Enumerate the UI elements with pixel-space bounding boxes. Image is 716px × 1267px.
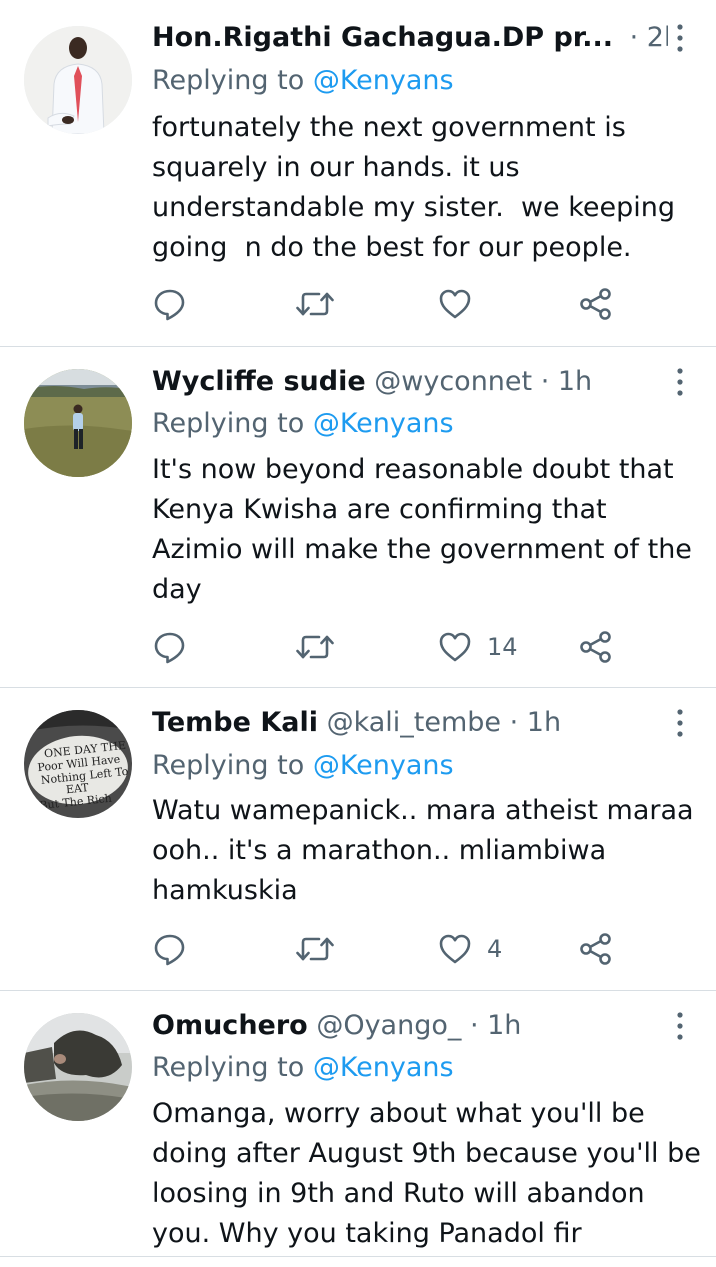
tweet-text: Omanga, worry about what you'll be doing… — [152, 1098, 710, 1249]
tweet[interactable]: ONE DAY THE Poor Will Have Nothing Left … — [0, 688, 716, 990]
tweet[interactable]: Wycliffe sudie @wyconnet · 1h Replying t… — [0, 347, 716, 687]
author-handle[interactable]: @wyconnet — [374, 366, 532, 397]
replying-to-mention[interactable]: @Kenyans — [313, 65, 454, 96]
replying-to: Replying to @Kenyans — [152, 406, 454, 442]
like-count: 4 — [487, 935, 503, 963]
share-button[interactable] — [578, 284, 614, 324]
like-button[interactable] — [437, 284, 487, 324]
tweet[interactable]: Hon.Rigathi Gachagua.DP pr... · 2h Reply… — [0, 0, 716, 346]
retweet-icon — [296, 937, 334, 961]
like-icon — [439, 289, 471, 319]
like-count: 14 — [487, 633, 518, 661]
retweet-button[interactable] — [295, 627, 335, 667]
tweet-actions: 4 — [152, 929, 622, 969]
like-icon — [439, 934, 471, 964]
reply-icon — [154, 289, 185, 321]
tweet-text: fortunately the next government is squar… — [152, 112, 684, 263]
tweet-time[interactable]: · 1h — [510, 707, 561, 738]
author-name[interactable]: Tembe Kali — [152, 707, 318, 738]
avatar-photo — [24, 369, 132, 477]
replying-to-mention[interactable]: @Kenyans — [313, 408, 454, 439]
replying-to-mention[interactable]: @Kenyans — [313, 1052, 454, 1083]
avatar[interactable]: ONE DAY THE Poor Will Have Nothing Left … — [24, 710, 132, 818]
retweet-button[interactable] — [295, 929, 335, 969]
retweet-icon — [296, 635, 334, 659]
reply-button[interactable] — [152, 627, 188, 667]
author-handle[interactable]: @Oyango_ — [316, 1010, 461, 1041]
share-icon — [580, 631, 611, 663]
replying-to: Replying to @Kenyans — [152, 63, 454, 99]
tweet-divider — [0, 1256, 716, 1257]
author-name[interactable]: Wycliffe sudie — [152, 366, 366, 397]
replying-to-mention[interactable]: @Kenyans — [313, 750, 454, 781]
tweet-header: Wycliffe sudie @wyconnet · 1h — [152, 364, 668, 400]
retweet-button[interactable] — [295, 284, 335, 324]
tweet-time[interactable]: · 2h — [630, 22, 668, 53]
avatar[interactable] — [24, 369, 132, 477]
tweet-actions: 14 — [152, 627, 622, 667]
tweet-header: Omuchero @Oyango_ · 1h — [152, 1008, 668, 1044]
like-button[interactable]: 14 — [437, 627, 518, 667]
reply-button[interactable] — [152, 929, 188, 969]
replying-to-label: Replying to — [152, 408, 313, 439]
tweet-time[interactable]: · 1h — [470, 1010, 521, 1041]
share-button[interactable] — [578, 929, 614, 969]
avatar[interactable] — [24, 1013, 132, 1121]
share-button[interactable] — [578, 627, 614, 667]
like-icon — [439, 632, 471, 662]
author-handle[interactable]: @kali_tembe — [327, 707, 501, 738]
more-icon[interactable] — [672, 1011, 688, 1041]
replying-to-label: Replying to — [152, 1052, 313, 1083]
replying-to-label: Replying to — [152, 750, 313, 781]
tweet[interactable]: Omuchero @Oyango_ · 1h Replying to @Keny… — [0, 991, 716, 1256]
more-icon[interactable] — [672, 708, 688, 738]
replying-to: Replying to @Kenyans — [152, 748, 454, 784]
share-icon — [580, 288, 611, 320]
more-icon[interactable] — [672, 367, 688, 397]
like-button[interactable]: 4 — [437, 929, 502, 969]
tweet-time[interactable]: · 1h — [541, 366, 592, 397]
share-icon — [580, 933, 611, 965]
avatar-photo — [24, 26, 132, 134]
retweet-icon — [296, 292, 334, 316]
tweet-text: It's now beyond reasonable doubt that Ke… — [152, 454, 701, 605]
tweet-actions — [152, 284, 622, 324]
avatar-photo — [24, 1013, 132, 1121]
avatar[interactable] — [24, 26, 132, 134]
tweet-header: Hon.Rigathi Gachagua.DP pr... · 2h — [152, 20, 668, 56]
replying-to: Replying to @Kenyans — [152, 1050, 454, 1086]
avatar-photo: ONE DAY THE Poor Will Have Nothing Left … — [24, 710, 132, 818]
reply-button[interactable] — [152, 284, 188, 324]
tweet-text: Watu wamepanick.. mara atheist maraa ooh… — [152, 795, 703, 906]
replying-to-label: Replying to — [152, 65, 313, 96]
more-icon[interactable] — [672, 23, 688, 53]
author-name[interactable]: Omuchero — [152, 1010, 308, 1041]
reply-icon — [154, 934, 185, 966]
tweet-header: Tembe Kali @kali_tembe · 1h — [152, 705, 668, 741]
author-name[interactable]: Hon.Rigathi Gachagua.DP pr... — [152, 22, 613, 53]
reply-icon — [154, 632, 185, 664]
